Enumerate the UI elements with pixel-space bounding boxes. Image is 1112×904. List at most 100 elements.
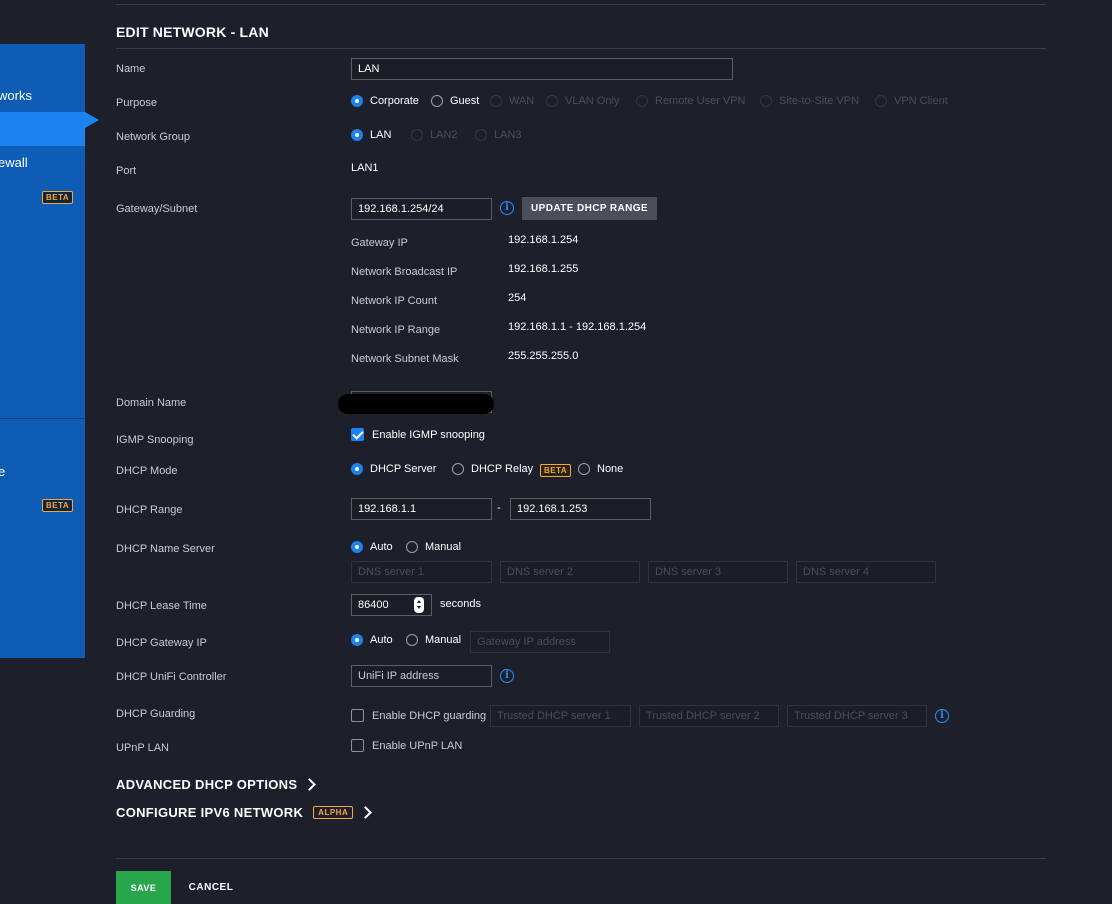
dns-server-2-input[interactable]: [500, 561, 640, 583]
ip-range-label: Network IP Range: [351, 324, 441, 336]
unifi-ip-input[interactable]: [351, 665, 492, 687]
ip-count-value: 254: [508, 292, 527, 304]
radio-selected-icon: [351, 463, 363, 475]
dhcp-mode-option-server[interactable]: DHCP Server: [351, 463, 436, 475]
dhcp-mode-option-none[interactable]: None: [578, 463, 623, 475]
info-icon[interactable]: i: [500, 669, 514, 683]
network-group-option-lan2[interactable]: LAN2: [411, 129, 458, 141]
radio-icon: [760, 95, 772, 107]
trusted-dhcp-server-1-input[interactable]: [490, 705, 631, 727]
radio-icon: [546, 95, 558, 107]
dhcp-range-label: DHCP Range: [116, 504, 183, 516]
radio-icon: [475, 129, 487, 141]
dhcp-relay-beta-badge: BETA: [540, 464, 572, 477]
radio-icon: [406, 541, 418, 553]
radio-selected-icon: [351, 634, 363, 646]
dhcp-gateway-option-auto[interactable]: Auto: [351, 634, 393, 646]
cancel-button[interactable]: CANCEL: [178, 871, 244, 904]
subnet-mask-value: 255.255.255.0: [508, 350, 579, 362]
trusted-dhcp-server-3-input[interactable]: [787, 705, 927, 727]
radio-icon: [411, 129, 423, 141]
radio-selected-icon: [351, 541, 363, 553]
dhcp-range-start-input[interactable]: [351, 498, 492, 520]
ip-count-label: Network IP Count: [351, 295, 438, 307]
radio-icon: [490, 95, 502, 107]
info-icon[interactable]: i: [935, 709, 949, 723]
alpha-badge: ALPHA: [313, 806, 354, 819]
chevron-right-icon: [303, 778, 317, 791]
port-label: Port: [116, 165, 137, 177]
sidebar-item-networks[interactable]: works: [0, 88, 32, 103]
broadcast-ip-value: 192.168.1.255: [508, 263, 579, 275]
purpose-option-vpn-client[interactable]: VPN Client: [875, 95, 948, 107]
save-button[interactable]: SAVE: [116, 871, 171, 904]
dhcp-gateway-option-manual[interactable]: Manual: [406, 634, 461, 646]
ip-range-value: 192.168.1.1 - 192.168.1.254: [508, 321, 647, 333]
network-group-label: Network Group: [116, 131, 190, 143]
upnp-lan-checkbox[interactable]: Enable UPnP LAN: [351, 739, 462, 752]
radio-icon: [875, 95, 887, 107]
dns-server-1-input[interactable]: [351, 561, 492, 583]
purpose-option-vlan-only[interactable]: VLAN Only: [546, 95, 619, 107]
dns-server-3-input[interactable]: [648, 561, 788, 583]
purpose-option-corporate[interactable]: Corporate: [351, 95, 419, 107]
dhcp-mode-option-relay[interactable]: DHCP Relay: [452, 463, 533, 475]
dhcp-range-end-input[interactable]: [510, 498, 651, 520]
sidebar-item-firewall[interactable]: ewall: [0, 155, 28, 170]
purpose-option-remote-user-vpn[interactable]: Remote User VPN: [636, 95, 745, 107]
stepper-arrows-icon[interactable]: [414, 597, 424, 613]
domain-name-label: Domain Name: [116, 397, 187, 409]
dhcp-name-server-option-manual[interactable]: Manual: [406, 541, 461, 553]
gateway-subnet-label: Gateway/Subnet: [116, 203, 198, 215]
broadcast-ip-label: Network Broadcast IP: [351, 266, 458, 278]
purpose-option-wan[interactable]: WAN: [490, 95, 534, 107]
radio-icon: [406, 634, 418, 646]
chevron-right-icon: [359, 806, 373, 819]
trusted-dhcp-server-2-input[interactable]: [639, 705, 779, 727]
gateway-subnet-input[interactable]: [351, 198, 492, 220]
page-title: EDIT NETWORK - LAN: [116, 24, 269, 40]
network-group-option-lan3[interactable]: LAN3: [475, 129, 522, 141]
dhcp-mode-label: DHCP Mode: [116, 465, 178, 477]
radio-icon: [431, 95, 443, 107]
dhcp-gateway-ip-input[interactable]: [470, 631, 610, 653]
sidebar-beta-badge: BETA: [42, 191, 74, 204]
sidebar: works ewall BETA l e BETA: [0, 44, 85, 658]
dhcp-name-server-label: DHCP Name Server: [116, 543, 215, 555]
dhcp-gateway-ip-label: DHCP Gateway IP: [116, 637, 207, 649]
dns-server-4-input[interactable]: [796, 561, 936, 583]
title-divider: [116, 48, 1046, 49]
checkbox-checked-icon: [351, 428, 364, 441]
purpose-label: Purpose: [116, 97, 157, 109]
purpose-option-site-to-site-vpn[interactable]: Site-to-Site VPN: [760, 95, 859, 107]
radio-icon: [452, 463, 464, 475]
sidebar-divider: [0, 418, 85, 419]
dhcp-name-server-option-auto[interactable]: Auto: [351, 541, 393, 553]
port-value: LAN1: [351, 162, 379, 174]
sidebar-item-partial-2[interactable]: e: [0, 464, 5, 479]
radio-icon: [636, 95, 648, 107]
radio-selected-icon: [351, 95, 363, 107]
subnet-mask-label: Network Subnet Mask: [351, 353, 459, 365]
checkbox-icon: [351, 709, 364, 722]
update-dhcp-range-button[interactable]: UPDATE DHCP RANGE: [522, 197, 657, 220]
igmp-snooping-checkbox[interactable]: Enable IGMP snooping: [351, 428, 485, 441]
dhcp-lease-unit: seconds: [440, 598, 481, 610]
advanced-dhcp-options-toggle[interactable]: ADVANCED DHCP OPTIONS: [116, 777, 317, 792]
name-input[interactable]: [351, 58, 733, 80]
info-icon[interactable]: i: [500, 201, 514, 215]
sidebar-beta-badge-2: BETA: [42, 499, 74, 512]
network-group-option-lan[interactable]: LAN: [351, 129, 391, 141]
igmp-snooping-label: IGMP Snooping: [116, 434, 194, 446]
radio-selected-icon: [351, 129, 363, 141]
configure-ipv6-toggle[interactable]: CONFIGURE IPV6 NETWORK ALPHA: [116, 805, 373, 820]
sidebar-item-networks-active[interactable]: [0, 112, 85, 146]
redaction-mark: [338, 394, 494, 414]
top-divider: [116, 4, 1046, 5]
dhcp-lease-time-label: DHCP Lease Time: [116, 600, 207, 612]
upnp-lan-label: UPnP LAN: [116, 742, 169, 754]
dhcp-guarding-checkbox[interactable]: Enable DHCP guarding: [351, 709, 486, 722]
purpose-option-guest[interactable]: Guest: [431, 95, 479, 107]
footer-divider: [116, 858, 1046, 859]
dhcp-guarding-label: DHCP Guarding: [116, 708, 196, 720]
